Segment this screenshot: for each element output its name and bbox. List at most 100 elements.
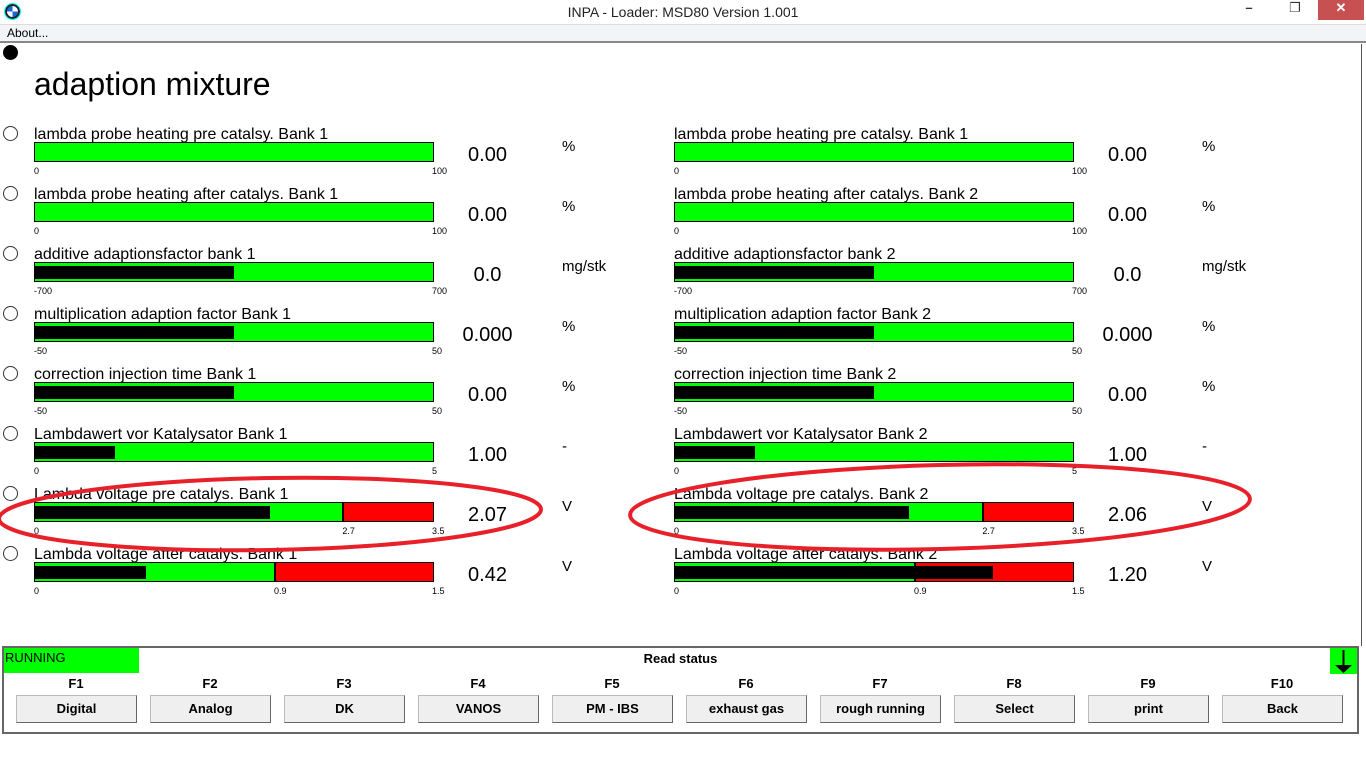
page-title: adaption mixture xyxy=(34,66,271,102)
scale-min: 0 xyxy=(34,226,40,236)
scale-max: 3.5 xyxy=(432,526,445,536)
gauge-row: additive adaptionsfactor bank 2 -700 700 0.… xyxy=(674,246,1294,306)
scale-min: -50 xyxy=(674,406,688,416)
status-message: Read status xyxy=(643,651,718,666)
radio-button[interactable] xyxy=(3,186,18,201)
radio-button[interactable] xyxy=(3,486,18,501)
scale-max: 1.5 xyxy=(432,586,445,596)
menu-bar: About... xyxy=(0,24,1366,43)
scale-min: 0 xyxy=(34,466,40,476)
scale-max: 1.5 xyxy=(1072,586,1085,596)
gauge-bar xyxy=(674,322,1074,342)
gauge-unit: V xyxy=(562,558,573,575)
gauge-bar xyxy=(34,202,434,222)
scale-max: 50 xyxy=(1072,346,1083,356)
gauge-row: Lambdawert vor Katalysator Bank 1 0 5 1.00- xyxy=(3,426,654,486)
fkey-label: F5 xyxy=(604,676,620,691)
fkey-label: F10 xyxy=(1270,676,1294,691)
fkey-label: F1 xyxy=(68,676,84,691)
close-button[interactable]: ✕ xyxy=(1318,0,1364,20)
scale-max: 100 xyxy=(432,166,448,176)
fkey-button-rough-running[interactable]: rough running xyxy=(820,695,941,723)
restore-button[interactable]: ❐ xyxy=(1272,0,1318,20)
gauge-fill xyxy=(35,266,234,279)
gauge-fill xyxy=(675,566,994,579)
scale-min: 0 xyxy=(674,166,680,176)
gauge-value: 0.00 xyxy=(1108,384,1147,406)
gauge-unit: % xyxy=(562,318,576,335)
gauge-bar xyxy=(34,382,434,402)
gauge-value: 0.00 xyxy=(468,384,507,406)
gauge-bar xyxy=(34,442,434,462)
gauge-row: Lambda voltage pre catalys. Bank 2 0 3.5 2.… xyxy=(674,486,1294,546)
fkey-button-digital[interactable]: Digital xyxy=(16,695,137,723)
fkey-button-print[interactable]: print xyxy=(1088,695,1209,723)
gauge-value: 0.42 xyxy=(468,564,507,586)
gauge-bar xyxy=(34,322,434,342)
gauge-row: lambda probe heating after catalys. Bank… xyxy=(3,186,654,246)
gauge-row: lambda probe heating pre catalsy. Bank 1… xyxy=(3,126,654,186)
gauge-row: correction injection time Bank 2 -50 50 0.0… xyxy=(674,366,1294,426)
scale-min: 0 xyxy=(674,526,680,536)
gauge-bar xyxy=(34,502,434,522)
gauge-unit: % xyxy=(1202,198,1216,215)
radio-button[interactable] xyxy=(3,246,18,261)
gauge-row: correction injection time Bank 1 -50 50 0.0… xyxy=(3,366,654,426)
fkey-button-dk[interactable]: DK xyxy=(284,695,405,723)
gauge-fill xyxy=(675,506,910,519)
scale-min: -50 xyxy=(34,346,48,356)
gauge-fill xyxy=(35,326,234,339)
fkey-button-vanos[interactable]: VANOS xyxy=(418,695,539,723)
gauge-unit: mg/stk xyxy=(1202,258,1247,275)
fkey-button-back[interactable]: Back xyxy=(1222,695,1343,723)
gauge-row: Lambdawert vor Katalysator Bank 2 0 5 1.00- xyxy=(674,426,1294,486)
scale-min: 0 xyxy=(674,586,680,596)
gauge-row: Lambda voltage after catalys. Bank 1 0 1.5… xyxy=(3,546,654,606)
scale-threshold: 0.9 xyxy=(274,586,287,596)
gauge-unit: mg/stk xyxy=(562,258,607,275)
status-dot-icon xyxy=(3,45,18,60)
title-bar: INPA - Loader: MSD80 Version 1.001 – ❐ ✕ xyxy=(0,0,1366,24)
scale-max: 5 xyxy=(1072,466,1078,476)
menu-about[interactable]: About... xyxy=(7,26,48,40)
window-title: INPA - Loader: MSD80 Version 1.001 xyxy=(567,4,799,20)
gauge-unit: - xyxy=(1202,438,1207,455)
gauge-fill xyxy=(675,446,755,459)
scale-max: 5 xyxy=(432,466,438,476)
gauge-fill xyxy=(35,386,234,399)
fkey-label: F6 xyxy=(738,676,754,691)
gauge-value: 2.06 xyxy=(1108,504,1147,526)
fkey-label: F8 xyxy=(1006,676,1022,691)
gauge-value: 2.07 xyxy=(468,504,507,526)
gauge-bar xyxy=(674,502,1074,522)
fkey-button-analog[interactable]: Analog xyxy=(150,695,271,723)
scale-min: 0 xyxy=(674,226,680,236)
fkey-button-exhaust-gas[interactable]: exhaust gas xyxy=(686,695,807,723)
gauge-value: 0.0 xyxy=(473,264,502,286)
status-panel: RUNNING Read status F1 Digital F2 Analog F3 D… xyxy=(2,646,1359,734)
gauge-value: 0.00 xyxy=(468,144,507,166)
gauge-bar xyxy=(674,382,1074,402)
gauge-value: 1.20 xyxy=(1108,564,1147,586)
scale-max: 100 xyxy=(432,226,448,236)
radio-button[interactable] xyxy=(3,126,18,141)
gauge-value: 0.00 xyxy=(1108,144,1147,166)
gauge-bar xyxy=(674,142,1074,162)
gauge-bar xyxy=(34,562,434,582)
scale-max: 100 xyxy=(1072,166,1088,176)
alarm-zone xyxy=(341,503,433,521)
scale-min: 0 xyxy=(674,466,680,476)
fkey-label: F9 xyxy=(1140,676,1156,691)
gauge-fill xyxy=(35,566,147,579)
radio-button[interactable] xyxy=(3,546,18,561)
minimize-button[interactable]: – xyxy=(1226,0,1272,20)
radio-button[interactable] xyxy=(3,366,18,381)
radio-button[interactable] xyxy=(3,306,18,321)
scale-max: 50 xyxy=(432,406,443,416)
scale-min: 0 xyxy=(34,586,40,596)
scale-min: -50 xyxy=(674,346,688,356)
fkey-button-select[interactable]: Select xyxy=(954,695,1075,723)
gauge-unit: % xyxy=(562,378,576,395)
radio-button[interactable] xyxy=(3,426,18,441)
fkey-button-pm-ibs[interactable]: PM - IBS xyxy=(552,695,673,723)
